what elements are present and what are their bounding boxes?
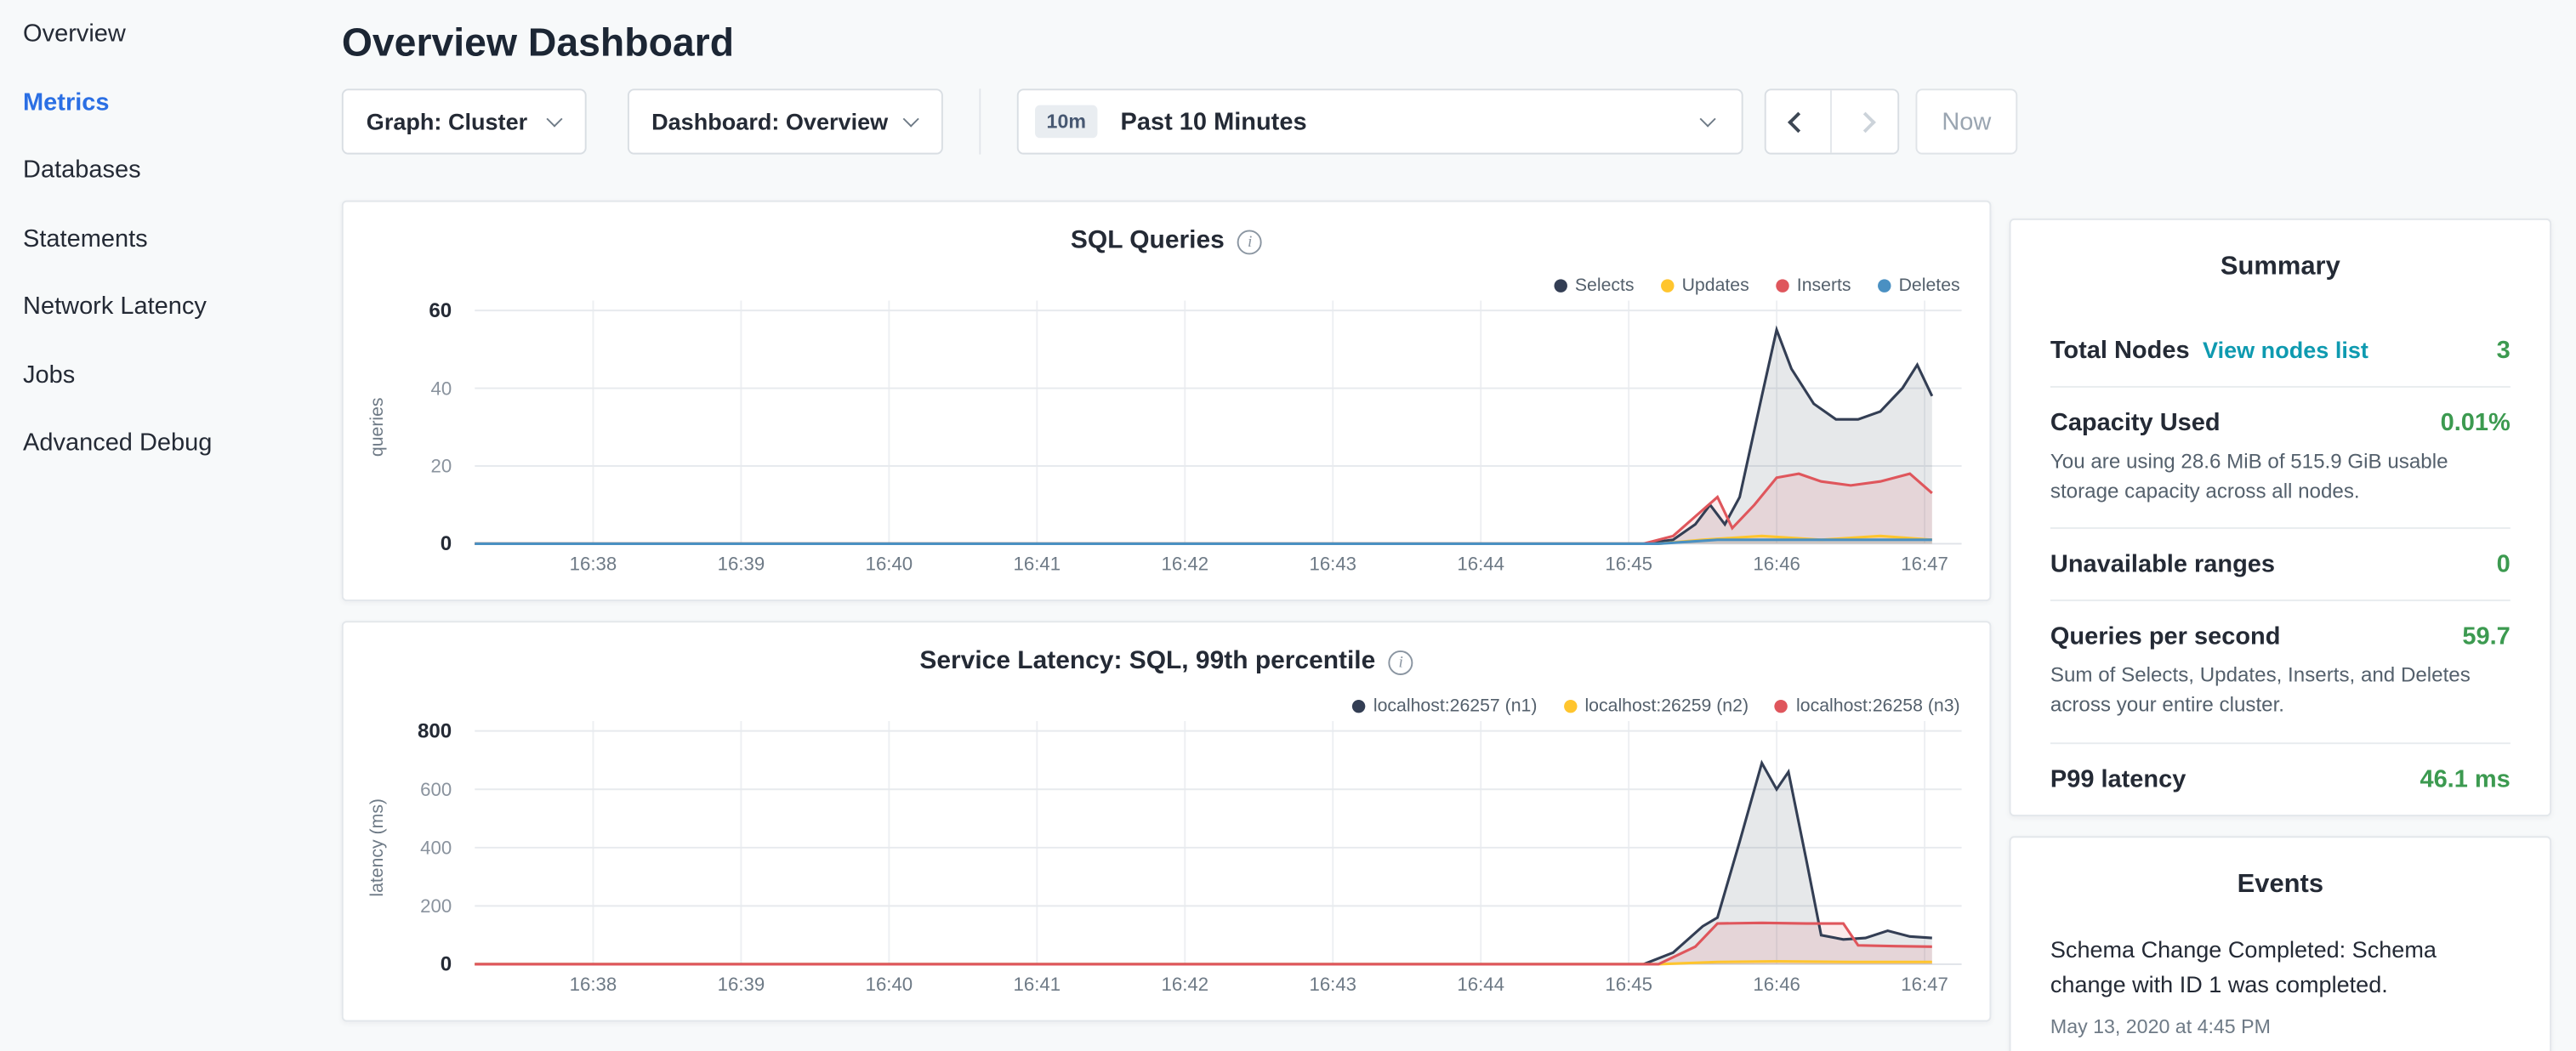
dashboard-dropdown[interactable]: Dashboard: Overview bbox=[627, 88, 943, 154]
svg-text:200: 200 bbox=[420, 895, 452, 917]
svg-text:16:43: 16:43 bbox=[1309, 974, 1356, 995]
svg-text:60: 60 bbox=[429, 299, 452, 322]
chevron-down-icon bbox=[546, 111, 562, 127]
svg-text:16:38: 16:38 bbox=[570, 553, 617, 574]
time-step-buttons bbox=[1765, 88, 1899, 154]
main-content: Overview Dashboard Graph: Cluster Dashbo… bbox=[342, 0, 1992, 1051]
sidebar-item-databases[interactable]: Databases bbox=[23, 136, 317, 204]
sidebar-item-network-latency[interactable]: Network Latency bbox=[23, 273, 317, 341]
svg-text:16:42: 16:42 bbox=[1162, 974, 1209, 995]
summary-row-p99-latency: P99 latency 46.1 ms bbox=[2050, 743, 2511, 814]
svg-text:16:43: 16:43 bbox=[1309, 553, 1356, 574]
svg-text:16:42: 16:42 bbox=[1162, 553, 1209, 574]
svg-text:queries: queries bbox=[367, 397, 387, 457]
dashboard-label: Dashboard: Overview bbox=[651, 108, 888, 134]
time-range-badge: 10m bbox=[1035, 105, 1097, 139]
page-title: Overview Dashboard bbox=[342, 21, 1992, 67]
sidebar-item-overview[interactable]: Overview bbox=[23, 0, 317, 68]
svg-text:16:45: 16:45 bbox=[1605, 974, 1652, 995]
time-step-forward-button[interactable] bbox=[1832, 90, 1897, 152]
chevron-down-icon bbox=[903, 111, 919, 127]
sidebar-item-statements[interactable]: Statements bbox=[23, 205, 317, 273]
time-range-label: Past 10 Minutes bbox=[1121, 108, 1686, 136]
summary-description: You are using 28.6 MiB of 515.9 GiB usab… bbox=[2050, 446, 2511, 506]
summary-label: P99 latency bbox=[2050, 764, 2186, 793]
svg-text:40: 40 bbox=[431, 378, 452, 399]
summary-title: Summary bbox=[2050, 220, 2511, 315]
chevron-down-icon bbox=[1700, 111, 1716, 127]
summary-value: 0 bbox=[2497, 551, 2511, 579]
graph-scope-dropdown[interactable]: Graph: Cluster bbox=[342, 88, 586, 154]
svg-text:0: 0 bbox=[441, 953, 452, 976]
svg-text:16:44: 16:44 bbox=[1457, 553, 1504, 574]
svg-text:16:41: 16:41 bbox=[1014, 974, 1061, 995]
dashboard-controls: Graph: Cluster Dashboard: Overview 10m P… bbox=[342, 88, 2017, 154]
now-button[interactable]: Now bbox=[1915, 88, 2017, 154]
events-card: Events Schema Change Completed: Schema c… bbox=[2010, 835, 2551, 1051]
svg-text:latency (ms): latency (ms) bbox=[367, 798, 387, 897]
svg-text:16:40: 16:40 bbox=[866, 974, 913, 995]
svg-text:0: 0 bbox=[441, 532, 452, 555]
svg-text:16:39: 16:39 bbox=[718, 553, 765, 574]
svg-text:16:44: 16:44 bbox=[1457, 974, 1504, 995]
summary-value: 3 bbox=[2497, 337, 2511, 365]
summary-value: 46.1 ms bbox=[2420, 764, 2510, 793]
view-nodes-list-link[interactable]: View nodes list bbox=[2203, 337, 2368, 363]
summary-value: 59.7 bbox=[2462, 623, 2510, 651]
service-latency-chart-panel: Service Latency: SQL, 99th percentile i … bbox=[342, 621, 1992, 1021]
left-nav: Overview Metrics Databases Statements Ne… bbox=[0, 0, 317, 1051]
summary-row-total-nodes: Total Nodes View nodes list 3 bbox=[2050, 315, 2511, 388]
time-range-picker[interactable]: 10m Past 10 Minutes bbox=[1017, 88, 1743, 154]
svg-text:16:47: 16:47 bbox=[1901, 553, 1948, 574]
events-title: Events bbox=[2050, 837, 2511, 932]
sql-queries-chart-panel: SQL Queries i SelectsUpdatesInsertsDelet… bbox=[342, 201, 1992, 601]
summary-label: Queries per second bbox=[2050, 623, 2281, 651]
chevron-right-icon bbox=[1854, 111, 1875, 133]
svg-text:16:40: 16:40 bbox=[866, 553, 913, 574]
svg-text:16:46: 16:46 bbox=[1753, 974, 1800, 995]
summary-label: Capacity Used bbox=[2050, 409, 2221, 437]
summary-row-capacity-used: Capacity Used 0.01% You are using 28.6 M… bbox=[2050, 388, 2511, 530]
summary-row-queries-per-second: Queries per second 59.7 Sum of Selects, … bbox=[2050, 602, 2511, 744]
sidebar-item-advanced-debug[interactable]: Advanced Debug bbox=[23, 409, 317, 477]
sql-queries-chart[interactable]: 16:38 16:39 16:40 16:41 16:42 16:43 16:44 16:45… bbox=[344, 202, 1990, 599]
svg-text:600: 600 bbox=[420, 779, 452, 800]
summary-label: Unavailable ranges bbox=[2050, 551, 2275, 579]
summary-row-unavailable-ranges: Unavailable ranges 0 bbox=[2050, 530, 2511, 602]
controls-divider bbox=[979, 88, 981, 154]
svg-text:16:38: 16:38 bbox=[570, 974, 617, 995]
time-step-back-button[interactable] bbox=[1766, 90, 1832, 152]
svg-text:16:47: 16:47 bbox=[1901, 974, 1948, 995]
svg-text:400: 400 bbox=[420, 838, 452, 859]
sidebar-item-metrics[interactable]: Metrics bbox=[23, 68, 317, 136]
svg-text:16:39: 16:39 bbox=[718, 974, 765, 995]
svg-text:16:46: 16:46 bbox=[1753, 553, 1800, 574]
svg-text:20: 20 bbox=[431, 456, 452, 477]
service-latency-chart[interactable]: 16:38 16:39 16:40 16:41 16:42 16:43 16:44 16:45… bbox=[344, 622, 1990, 1020]
summary-value: 0.01% bbox=[2441, 409, 2511, 437]
right-column: Summary Total Nodes View nodes list 3 Ca… bbox=[2010, 0, 2551, 1051]
event-text: Schema Change Completed: Schema change w… bbox=[2050, 932, 2511, 1003]
event-timestamp: May 13, 2020 at 4:45 PM bbox=[2050, 1015, 2511, 1038]
svg-text:16:41: 16:41 bbox=[1014, 553, 1061, 574]
summary-description: Sum of Selects, Updates, Inserts, and De… bbox=[2050, 661, 2511, 720]
summary-card: Summary Total Nodes View nodes list 3 Ca… bbox=[2010, 219, 2551, 815]
app-root: Overview Metrics Databases Statements Ne… bbox=[0, 0, 2576, 1051]
sidebar-item-jobs[interactable]: Jobs bbox=[23, 341, 317, 409]
charts-column: SQL Queries i SelectsUpdatesInsertsDelet… bbox=[342, 201, 1992, 1022]
graph-scope-label: Graph: Cluster bbox=[367, 108, 527, 134]
svg-text:16:45: 16:45 bbox=[1605, 553, 1652, 574]
svg-text:800: 800 bbox=[418, 719, 452, 742]
summary-label: Total Nodes bbox=[2050, 337, 2190, 365]
event-item[interactable]: Schema Change Completed: Schema change w… bbox=[2050, 932, 2511, 1037]
chevron-left-icon bbox=[1788, 111, 1809, 133]
